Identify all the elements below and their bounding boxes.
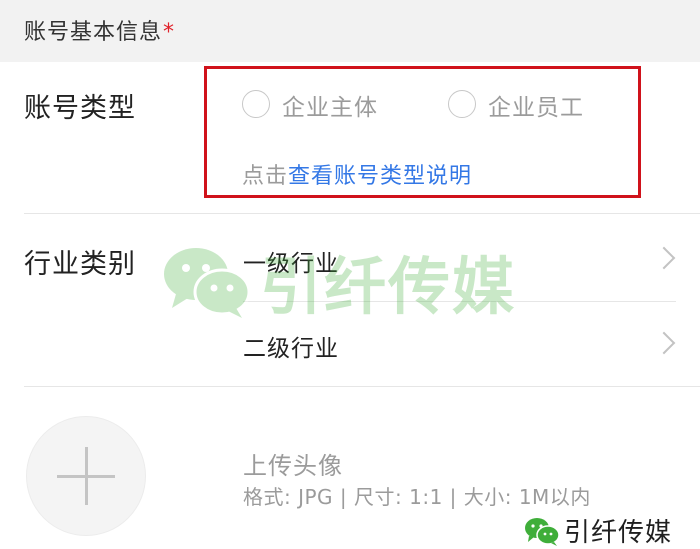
upload-avatar-title: 上传头像 [243,452,343,480]
section-header: 账号基本信息* [0,0,700,62]
account-type-label: 账号类型 [24,93,136,124]
brand-text: 引纤传媒 [564,518,673,548]
radio-enterprise-subject-label[interactable]: 企业主体 [282,88,378,122]
help-prefix: 点击 [242,164,289,189]
radio-enterprise-subject[interactable] [242,90,270,118]
divider [24,213,700,214]
section-title: 账号基本信息* [24,14,175,46]
wechat-icon [525,517,560,546]
watermark: 引纤传媒 [162,236,516,326]
wechat-icon [164,248,251,318]
upload-avatar-hint: 格式: JPG | 尺寸: 1:1 | 大小: 1M以内 [243,485,591,509]
account-type-help-link[interactable]: 查看账号类型说明 [288,164,472,189]
industry-level2[interactable]: 二级行业 [243,329,339,363]
chevron-right-icon[interactable] [652,246,676,270]
required-mark: * [163,20,176,45]
watermark-text: 引纤传媒 [260,250,517,323]
radio-enterprise-employee-label[interactable]: 企业员工 [488,88,584,122]
account-type-help: 点击查看账号类型说明 [242,158,472,190]
divider [24,386,700,387]
chevron-right-icon[interactable] [652,331,676,355]
plus-icon-vertical [85,447,88,505]
industry-label: 行业类别 [24,249,136,280]
brand-logo: 引纤传媒 [524,512,672,549]
section-title-text: 账号基本信息 [24,20,163,45]
avatar-upload-button[interactable] [26,416,146,536]
radio-enterprise-employee[interactable] [448,90,476,118]
